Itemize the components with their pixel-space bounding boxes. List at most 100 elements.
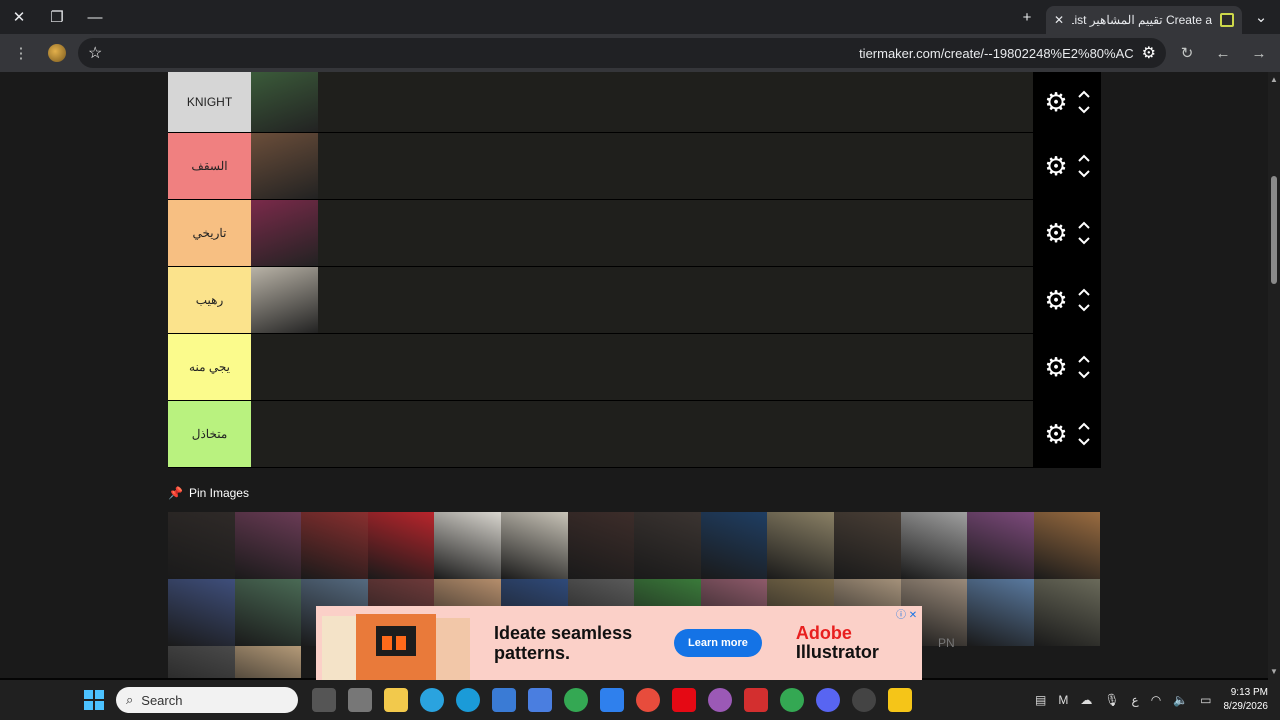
pin-images-header[interactable]: 📌 Pin Images [168,486,249,500]
tray-app-icon[interactable]: ▤ [1035,693,1046,707]
wps-icon[interactable] [744,688,768,712]
pool-image[interactable] [234,512,302,579]
tray-gmail-icon[interactable]: M [1058,693,1068,707]
app-icon-clock[interactable] [852,688,876,712]
task-view-icon[interactable] [312,688,336,712]
chevron-down-icon[interactable] [1077,106,1090,114]
volume-icon[interactable]: 🔈 [1173,693,1188,707]
forward-button[interactable]: → [1244,38,1274,68]
pool-image[interactable] [168,512,235,579]
pool-image[interactable] [967,512,1034,579]
tier-items-dropzone[interactable] [251,200,1033,266]
pool-image[interactable] [434,512,501,579]
gear-icon[interactable]: ⚙ [1044,153,1067,179]
tier-image[interactable] [251,72,318,132]
tab-search-button[interactable]: ⌄ [1242,0,1280,34]
pool-image[interactable] [967,579,1034,646]
app-icon-red[interactable] [636,688,660,712]
tier-image[interactable] [251,267,318,333]
page-scrollbar[interactable]: ▲ ▼ [1268,72,1280,680]
tier-items-dropzone[interactable] [251,334,1033,400]
chevron-up-icon[interactable] [1077,288,1090,296]
telegram-icon[interactable] [420,688,444,712]
back-button[interactable]: ← [1208,38,1238,68]
tier-label[interactable]: السقف [168,133,251,199]
app-icon-blue[interactable] [600,688,624,712]
chevron-up-icon[interactable] [1077,90,1090,98]
tab-close-icon[interactable]: ✕ [1054,13,1064,27]
tier-items-dropzone[interactable] [251,133,1033,199]
microphone-icon[interactable]: 🎙 [1104,693,1119,707]
taskbar-search[interactable]: ⌕ Search [116,687,298,713]
pool-image[interactable] [767,512,834,579]
app-icon-gray[interactable] [348,688,372,712]
chevron-up-icon[interactable] [1077,154,1090,162]
close-window-button[interactable]: ✕ [0,0,38,34]
mail-icon[interactable] [528,688,552,712]
url-field[interactable]: tiermaker.com/create/--19802248%E2%80%AC [110,46,1134,61]
chevron-down-icon[interactable] [1077,170,1090,178]
menu-button[interactable]: ⋮ [6,38,36,68]
pool-image[interactable] [234,646,302,680]
file-explorer-icon[interactable] [384,688,408,712]
tier-items-dropzone[interactable] [251,72,1033,132]
pool-image[interactable] [301,512,368,579]
edge-icon[interactable] [456,688,480,712]
gear-icon[interactable]: ⚙ [1044,354,1067,380]
gear-icon[interactable]: ⚙ [1044,287,1067,313]
ad-banner[interactable]: Ideate seamless patterns. Learn more Ado… [316,606,922,680]
store-icon[interactable] [492,688,516,712]
scroll-down-icon[interactable]: ▼ [1270,668,1278,676]
chevron-down-icon[interactable] [1077,438,1090,446]
wifi-icon[interactable]: ◠ [1151,693,1161,707]
chrome-icon[interactable] [564,688,588,712]
ime-indicator[interactable]: ع [1132,693,1139,707]
pool-image[interactable] [367,512,435,579]
chevron-up-icon[interactable] [1077,422,1090,430]
chevron-up-icon[interactable] [1077,355,1090,363]
restore-window-button[interactable]: ❐ [38,0,76,34]
pool-image[interactable] [700,512,768,579]
pool-image[interactable] [234,579,302,646]
pool-image[interactable] [634,512,701,579]
reload-button[interactable]: ↻ [1172,38,1202,68]
minimize-window-button[interactable]: — [76,0,114,34]
scroll-up-icon[interactable]: ▲ [1270,76,1278,84]
tier-label[interactable]: تاريخي [168,200,251,266]
new-tab-button[interactable]: + [1008,0,1046,34]
profile-button[interactable] [42,38,72,68]
tier-label[interactable]: KNIGHT [168,72,251,132]
bookmark-star-icon[interactable]: ☆ [88,43,102,63]
browser-tab[interactable]: ✕ Create a تقييم المشاهير Tier List [1046,6,1242,34]
pool-image[interactable] [1033,512,1101,579]
ad-learn-more-button[interactable]: Learn more [674,629,762,657]
pool-image[interactable] [1033,579,1101,646]
pool-image[interactable] [900,512,968,579]
chevron-down-icon[interactable] [1077,237,1090,245]
warning-icon[interactable] [888,688,912,712]
tier-items-dropzone[interactable] [251,401,1033,467]
netflix-icon[interactable] [672,688,696,712]
chevron-down-icon[interactable] [1077,304,1090,312]
pool-image[interactable] [833,512,901,579]
tray-cloud-icon[interactable]: ☁ [1080,693,1092,707]
ad-info-icon[interactable]: ⓘ ✕ [896,606,917,621]
omnibox[interactable]: ☆ tiermaker.com/create/--19802248%E2%80%… [78,38,1166,68]
tier-label[interactable]: يجي منه [168,334,251,400]
pool-image[interactable] [500,512,568,579]
chrome-active-icon[interactable] [780,688,804,712]
pool-image[interactable] [567,512,635,579]
tier-label[interactable]: رهيب [168,267,251,333]
chevron-down-icon[interactable] [1077,371,1090,379]
gear-icon[interactable]: ⚙ [1044,421,1067,447]
app-icon-colorful[interactable] [708,688,732,712]
battery-icon[interactable]: ▭ [1200,693,1211,707]
tier-items-dropzone[interactable] [251,267,1033,333]
scroll-thumb[interactable] [1271,176,1277,284]
discord-icon[interactable] [816,688,840,712]
clock[interactable]: 9:13 PM 8/29/2026 [1224,686,1269,714]
pool-image[interactable] [168,646,235,680]
windows-start-button[interactable] [84,690,104,710]
gear-icon[interactable]: ⚙ [1044,89,1067,115]
gear-icon[interactable]: ⚙ [1044,220,1067,246]
